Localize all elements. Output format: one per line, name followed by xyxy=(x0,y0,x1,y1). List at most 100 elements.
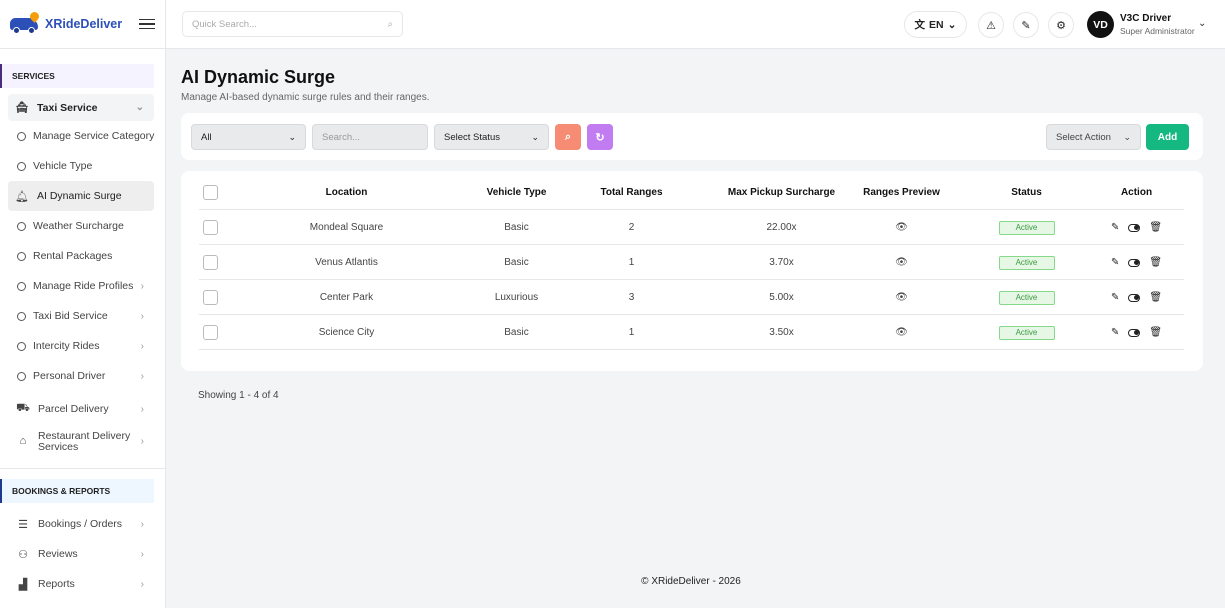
chevron-right-icon: › xyxy=(140,340,144,352)
users-icon: ⚇ xyxy=(18,548,28,561)
action-cell: ✎ 🗑︎ xyxy=(1089,315,1184,350)
sidebar-item-label: Intercity Rides xyxy=(33,340,100,352)
row-checkbox[interactable] xyxy=(202,245,218,280)
chevron-down-icon[interactable]: ⌄ xyxy=(1198,18,1206,29)
sidebar-item-rental-packages[interactable]: Rental Packages xyxy=(0,241,165,271)
footer-text: © XRideDeliver - 2026 xyxy=(641,576,741,587)
bulk-action-select[interactable]: Select Action ⌄ xyxy=(1046,124,1141,150)
edit-icon[interactable]: ✎ xyxy=(1111,257,1119,268)
status-badge: Active xyxy=(998,325,1055,340)
trash-icon[interactable]: 🗑︎ xyxy=(1149,292,1162,303)
cell-total-ranges: 2 xyxy=(628,222,635,233)
circle-icon xyxy=(17,131,26,141)
search-icon[interactable]: ⌕ xyxy=(388,19,393,30)
cell-total-ranges: 1 xyxy=(628,327,635,338)
toggle-icon[interactable] xyxy=(1128,328,1141,337)
toggle-icon[interactable] xyxy=(1128,223,1141,232)
edit-icon[interactable]: ✎ xyxy=(1111,292,1119,303)
sidebar-item-vehicle-type[interactable]: Vehicle Type xyxy=(0,151,165,181)
add-button[interactable]: Add xyxy=(1146,124,1189,150)
chevron-right-icon: › xyxy=(140,435,144,447)
taxi-icon: 🚖︎ xyxy=(15,102,29,114)
sidebar-item-label: Manage Service Category xyxy=(33,130,155,142)
sidebar-item-label: Restaurant Delivery Services xyxy=(38,429,131,453)
quick-search-input[interactable]: Quick Search... ⌕ xyxy=(182,11,403,37)
trash-icon[interactable]: 🗑︎ xyxy=(1149,257,1162,268)
chevron-right-icon: › xyxy=(140,403,144,415)
row-checkbox[interactable] xyxy=(202,210,218,245)
sidebar-item-label: Reports xyxy=(38,578,75,590)
select-all-checkbox[interactable] xyxy=(202,175,218,210)
circle-icon xyxy=(17,311,26,321)
row-checkbox[interactable] xyxy=(202,280,218,315)
sidebar-item-manage-service-category[interactable]: Manage Service Category xyxy=(0,121,165,151)
edit-icon[interactable]: ✎ xyxy=(1111,222,1119,233)
sidebar-item-label: Rental Packages xyxy=(33,250,113,262)
sidebar-item-label: Personal Driver xyxy=(33,370,106,382)
sidebar-item-label: Parcel Delivery xyxy=(38,403,109,415)
column-header[interactable]: Max Pickup Surcharge xyxy=(699,175,864,210)
user-info[interactable]: V3C Driver Super Administrator xyxy=(1120,13,1195,36)
eye-icon[interactable]: 👁︎ xyxy=(844,210,959,245)
table-row: Science City Basic 1 3.50x 👁︎ Active ✎ 🗑︎ xyxy=(199,315,1184,350)
toggle-icon[interactable] xyxy=(1128,293,1141,302)
cell-location: Center Park xyxy=(319,292,374,303)
action-cell: ✎ 🗑︎ xyxy=(1089,210,1184,245)
table-row: Center Park Luxurious 3 5.00x 👁︎ Active ✎ 🗑︎ xyxy=(199,280,1184,315)
search-input[interactable]: Search... xyxy=(312,124,428,150)
menu-toggle-icon[interactable] xyxy=(139,18,155,30)
search-button[interactable]: ⌕ xyxy=(555,124,581,150)
language-selector[interactable]: 文 EN ⌄ xyxy=(904,11,967,38)
scope-select[interactable]: All ⌄ xyxy=(191,124,306,150)
cell-location: Venus Atlantis xyxy=(315,257,378,268)
sidebar-item-taxi-service[interactable]: 🚖︎ Taxi Service ⌄ xyxy=(8,94,154,121)
column-header[interactable]: Status xyxy=(969,175,1084,210)
cell-location: Mondeal Square xyxy=(309,222,384,233)
column-header: Action xyxy=(1120,187,1153,198)
eye-icon[interactable]: 👁︎ xyxy=(844,315,959,350)
circle-icon xyxy=(17,281,26,291)
trash-icon[interactable]: 🗑︎ xyxy=(1149,327,1162,338)
eye-icon[interactable]: 👁︎ xyxy=(844,280,959,315)
brand-bar: XRideDeliver xyxy=(0,0,165,49)
avatar[interactable]: VD xyxy=(1087,11,1114,38)
refresh-button[interactable]: ↻ xyxy=(587,124,613,150)
action-cell: ✎ 🗑︎ xyxy=(1089,280,1184,315)
edit-note-icon[interactable]: ✎ xyxy=(1013,12,1039,38)
sidebar-item-bookings-orders[interactable]: ☰ Bookings / Orders › xyxy=(0,509,165,539)
row-checkbox[interactable] xyxy=(202,315,218,350)
sidebar-item-restaurant-delivery[interactable]: ⌂ Restaurant Delivery Services › xyxy=(0,424,165,460)
sidebar-item-reports[interactable]: ▟ Reports › xyxy=(0,569,165,599)
alert-icon[interactable]: ⚠ xyxy=(978,12,1004,38)
translate-icon: 文 xyxy=(914,19,926,31)
settings-icon[interactable]: ⚙ xyxy=(1048,12,1074,38)
sidebar-divider xyxy=(0,468,165,469)
sidebar-item-taxi-bid-service[interactable]: Taxi Bid Service › xyxy=(0,301,165,331)
cell-max-surcharge: 3.70x xyxy=(769,257,794,268)
status-cell: Active xyxy=(969,245,1084,280)
eye-icon[interactable]: 👁︎ xyxy=(844,245,959,280)
sidebar-item-intercity-rides[interactable]: Intercity Rides › xyxy=(0,331,165,361)
circle-icon xyxy=(17,341,26,351)
status-select[interactable]: Select Status ⌄ xyxy=(434,124,549,150)
sidebar-item-parcel-delivery[interactable]: ⛟ Parcel Delivery › xyxy=(0,394,165,424)
sidebar-item-reviews[interactable]: ⚇ Reviews › xyxy=(0,539,165,569)
sidebar-item-label: Taxi Bid Service xyxy=(33,310,108,322)
column-header[interactable]: Total Ranges xyxy=(564,175,699,210)
filter-bar: All ⌄ Search... Select Status ⌄ ⌕ ↻ Select… xyxy=(181,113,1203,160)
sidebar-item-manage-ride-profiles[interactable]: Manage Ride Profiles › xyxy=(0,271,165,301)
table-row: Venus Atlantis Basic 1 3.70x 👁︎ Active ✎ 🗑︎ xyxy=(199,245,1184,280)
toggle-icon[interactable] xyxy=(1128,258,1141,267)
sidebar-item-weather-surcharge[interactable]: Weather Surcharge xyxy=(0,211,165,241)
sidebar-item-label: Taxi Service xyxy=(37,101,98,114)
sidebar-item-personal-driver[interactable]: Personal Driver › xyxy=(0,361,165,391)
sidebar-item-ai-dynamic-surge[interactable]: 🔔︎ AI Dynamic Surge xyxy=(8,181,154,211)
trash-icon[interactable]: 🗑︎ xyxy=(1149,222,1162,233)
language-label: EN xyxy=(929,18,944,31)
circle-icon xyxy=(17,251,26,261)
status-cell: Active xyxy=(969,210,1084,245)
scope-value: All xyxy=(201,131,212,143)
edit-icon[interactable]: ✎ xyxy=(1111,327,1119,338)
page-subtitle: Manage AI-based dynamic surge rules and … xyxy=(181,92,430,103)
column-header[interactable]: Location xyxy=(259,175,434,210)
